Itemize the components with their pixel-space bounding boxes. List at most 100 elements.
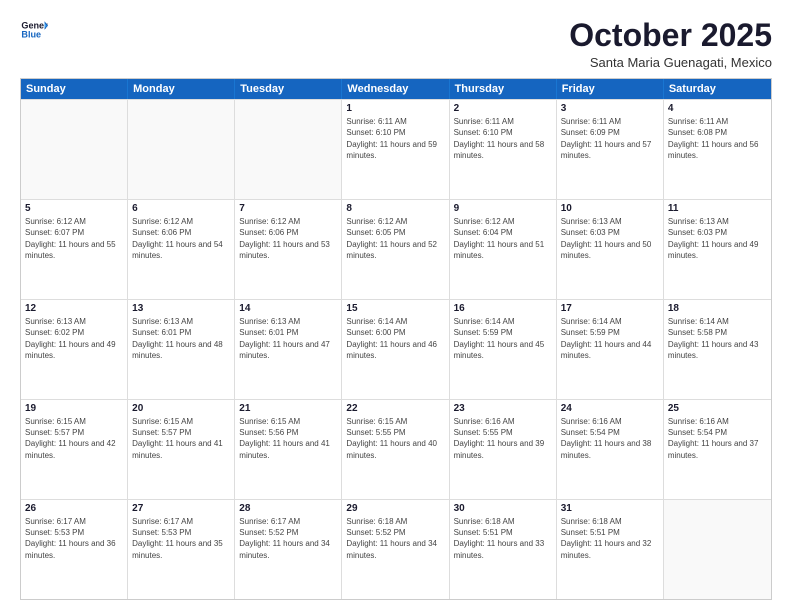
cell-date-number: 8 <box>346 203 444 214</box>
calendar-row-2: 12Sunrise: 6:13 AM Sunset: 6:02 PM Dayli… <box>21 299 771 399</box>
calendar-cell-25: 25 Sunrise: 6:16 AM Sunset: 5:54 PM Dayli… <box>664 400 771 499</box>
cell-info-text: Sunrise: 6:16 AM Sunset: 5:54 PM Dayligh… <box>561 416 659 461</box>
day-header-wednesday: Wednesday <box>342 79 449 99</box>
calendar-cell-31: 31 Sunrise: 6:18 AM Sunset: 5:51 PM Dayli… <box>557 500 664 599</box>
cell-date-number: 5 <box>25 203 123 214</box>
header: General Blue October 2025 Santa Maria Gu… <box>20 18 772 70</box>
cell-info-text: Sunrise: 6:14 AM Sunset: 6:00 PM Dayligh… <box>346 316 444 361</box>
logo: General Blue <box>20 18 48 40</box>
calendar-cell-5: 5 Sunrise: 6:12 AM Sunset: 6:07 PM Daylig… <box>21 200 128 299</box>
day-header-tuesday: Tuesday <box>235 79 342 99</box>
cell-date-number: 22 <box>346 403 444 414</box>
cell-info-text: Sunrise: 6:17 AM Sunset: 5:52 PM Dayligh… <box>239 516 337 561</box>
cell-info-text: Sunrise: 6:11 AM Sunset: 6:09 PM Dayligh… <box>561 116 659 161</box>
cell-info-text: Sunrise: 6:15 AM Sunset: 5:57 PM Dayligh… <box>25 416 123 461</box>
cell-date-number: 6 <box>132 203 230 214</box>
cell-info-text: Sunrise: 6:12 AM Sunset: 6:04 PM Dayligh… <box>454 216 552 261</box>
cell-info-text: Sunrise: 6:18 AM Sunset: 5:52 PM Dayligh… <box>346 516 444 561</box>
cell-date-number: 7 <box>239 203 337 214</box>
cell-date-number: 25 <box>668 403 767 414</box>
cell-date-number: 2 <box>454 103 552 114</box>
calendar-cell-21: 21 Sunrise: 6:15 AM Sunset: 5:56 PM Dayli… <box>235 400 342 499</box>
day-header-friday: Friday <box>557 79 664 99</box>
calendar-cell-17: 17 Sunrise: 6:14 AM Sunset: 5:59 PM Dayli… <box>557 300 664 399</box>
cell-date-number: 23 <box>454 403 552 414</box>
month-title: October 2025 <box>569 18 772 53</box>
calendar-cell-empty <box>664 500 771 599</box>
calendar-cell-empty <box>128 100 235 199</box>
cell-info-text: Sunrise: 6:13 AM Sunset: 6:01 PM Dayligh… <box>239 316 337 361</box>
calendar-cell-8: 8 Sunrise: 6:12 AM Sunset: 6:05 PM Daylig… <box>342 200 449 299</box>
calendar-header: SundayMondayTuesdayWednesdayThursdayFrid… <box>21 79 771 99</box>
cell-date-number: 16 <box>454 303 552 314</box>
calendar: SundayMondayTuesdayWednesdayThursdayFrid… <box>20 78 772 600</box>
cell-info-text: Sunrise: 6:14 AM Sunset: 5:58 PM Dayligh… <box>668 316 767 361</box>
cell-date-number: 17 <box>561 303 659 314</box>
calendar-cell-3: 3 Sunrise: 6:11 AM Sunset: 6:09 PM Daylig… <box>557 100 664 199</box>
calendar-cell-empty <box>235 100 342 199</box>
calendar-cell-23: 23 Sunrise: 6:16 AM Sunset: 5:55 PM Dayli… <box>450 400 557 499</box>
cell-info-text: Sunrise: 6:14 AM Sunset: 5:59 PM Dayligh… <box>561 316 659 361</box>
calendar-cell-12: 12Sunrise: 6:13 AM Sunset: 6:02 PM Dayli… <box>21 300 128 399</box>
cell-info-text: Sunrise: 6:11 AM Sunset: 6:10 PM Dayligh… <box>454 116 552 161</box>
cell-info-text: Sunrise: 6:12 AM Sunset: 6:06 PM Dayligh… <box>132 216 230 261</box>
cell-info-text: Sunrise: 6:12 AM Sunset: 6:07 PM Dayligh… <box>25 216 123 261</box>
calendar-cell-15: 15Sunrise: 6:14 AM Sunset: 6:00 PM Dayli… <box>342 300 449 399</box>
cell-info-text: Sunrise: 6:12 AM Sunset: 6:06 PM Dayligh… <box>239 216 337 261</box>
cell-info-text: Sunrise: 6:16 AM Sunset: 5:55 PM Dayligh… <box>454 416 552 461</box>
logo-icon: General Blue <box>20 18 48 40</box>
calendar-row-1: 5 Sunrise: 6:12 AM Sunset: 6:07 PM Daylig… <box>21 199 771 299</box>
day-header-thursday: Thursday <box>450 79 557 99</box>
cell-date-number: 10 <box>561 203 659 214</box>
cell-date-number: 1 <box>346 103 444 114</box>
cell-date-number: 3 <box>561 103 659 114</box>
calendar-cell-28: 28 Sunrise: 6:17 AM Sunset: 5:52 PM Dayli… <box>235 500 342 599</box>
title-block: October 2025 Santa Maria Guenagati, Mexi… <box>569 18 772 70</box>
location: Santa Maria Guenagati, Mexico <box>569 55 772 70</box>
day-header-saturday: Saturday <box>664 79 771 99</box>
calendar-cell-7: 7 Sunrise: 6:12 AM Sunset: 6:06 PM Daylig… <box>235 200 342 299</box>
cell-info-text: Sunrise: 6:17 AM Sunset: 5:53 PM Dayligh… <box>132 516 230 561</box>
calendar-cell-10: 10 Sunrise: 6:13 AM Sunset: 6:03 PM Dayli… <box>557 200 664 299</box>
calendar-cell-empty <box>21 100 128 199</box>
cell-info-text: Sunrise: 6:13 AM Sunset: 6:03 PM Dayligh… <box>668 216 767 261</box>
cell-info-text: Sunrise: 6:13 AM Sunset: 6:01 PM Dayligh… <box>132 316 230 361</box>
cell-info-text: Sunrise: 6:15 AM Sunset: 5:57 PM Dayligh… <box>132 416 230 461</box>
cell-date-number: 28 <box>239 503 337 514</box>
cell-date-number: 9 <box>454 203 552 214</box>
cell-date-number: 13 <box>132 303 230 314</box>
cell-date-number: 4 <box>668 103 767 114</box>
cell-info-text: Sunrise: 6:13 AM Sunset: 6:03 PM Dayligh… <box>561 216 659 261</box>
calendar-cell-27: 27Sunrise: 6:17 AM Sunset: 5:53 PM Dayli… <box>128 500 235 599</box>
cell-date-number: 12 <box>25 303 123 314</box>
calendar-body: 1 Sunrise: 6:11 AM Sunset: 6:10 PM Daylig… <box>21 99 771 599</box>
cell-date-number: 31 <box>561 503 659 514</box>
calendar-cell-26: 26Sunrise: 6:17 AM Sunset: 5:53 PM Dayli… <box>21 500 128 599</box>
cell-date-number: 29 <box>346 503 444 514</box>
calendar-cell-22: 22Sunrise: 6:15 AM Sunset: 5:55 PM Dayli… <box>342 400 449 499</box>
calendar-cell-9: 9 Sunrise: 6:12 AM Sunset: 6:04 PM Daylig… <box>450 200 557 299</box>
calendar-cell-6: 6 Sunrise: 6:12 AM Sunset: 6:06 PM Daylig… <box>128 200 235 299</box>
cell-date-number: 30 <box>454 503 552 514</box>
calendar-cell-1: 1Sunrise: 6:11 AM Sunset: 6:10 PM Daylig… <box>342 100 449 199</box>
cell-info-text: Sunrise: 6:18 AM Sunset: 5:51 PM Dayligh… <box>454 516 552 561</box>
cell-info-text: Sunrise: 6:18 AM Sunset: 5:51 PM Dayligh… <box>561 516 659 561</box>
calendar-row-4: 26Sunrise: 6:17 AM Sunset: 5:53 PM Dayli… <box>21 499 771 599</box>
cell-info-text: Sunrise: 6:12 AM Sunset: 6:05 PM Dayligh… <box>346 216 444 261</box>
calendar-cell-20: 20Sunrise: 6:15 AM Sunset: 5:57 PM Dayli… <box>128 400 235 499</box>
cell-info-text: Sunrise: 6:17 AM Sunset: 5:53 PM Dayligh… <box>25 516 123 561</box>
day-header-monday: Monday <box>128 79 235 99</box>
calendar-cell-11: 11Sunrise: 6:13 AM Sunset: 6:03 PM Dayli… <box>664 200 771 299</box>
cell-info-text: Sunrise: 6:15 AM Sunset: 5:56 PM Dayligh… <box>239 416 337 461</box>
calendar-cell-24: 24 Sunrise: 6:16 AM Sunset: 5:54 PM Dayli… <box>557 400 664 499</box>
calendar-cell-13: 13 Sunrise: 6:13 AM Sunset: 6:01 PM Dayli… <box>128 300 235 399</box>
calendar-cell-2: 2 Sunrise: 6:11 AM Sunset: 6:10 PM Daylig… <box>450 100 557 199</box>
calendar-cell-30: 30 Sunrise: 6:18 AM Sunset: 5:51 PM Dayli… <box>450 500 557 599</box>
svg-text:Blue: Blue <box>21 29 41 39</box>
calendar-row-3: 19Sunrise: 6:15 AM Sunset: 5:57 PM Dayli… <box>21 399 771 499</box>
cell-date-number: 21 <box>239 403 337 414</box>
calendar-cell-29: 29 Sunrise: 6:18 AM Sunset: 5:52 PM Dayli… <box>342 500 449 599</box>
cell-date-number: 24 <box>561 403 659 414</box>
calendar-cell-18: 18Sunrise: 6:14 AM Sunset: 5:58 PM Dayli… <box>664 300 771 399</box>
cell-info-text: Sunrise: 6:16 AM Sunset: 5:54 PM Dayligh… <box>668 416 767 461</box>
